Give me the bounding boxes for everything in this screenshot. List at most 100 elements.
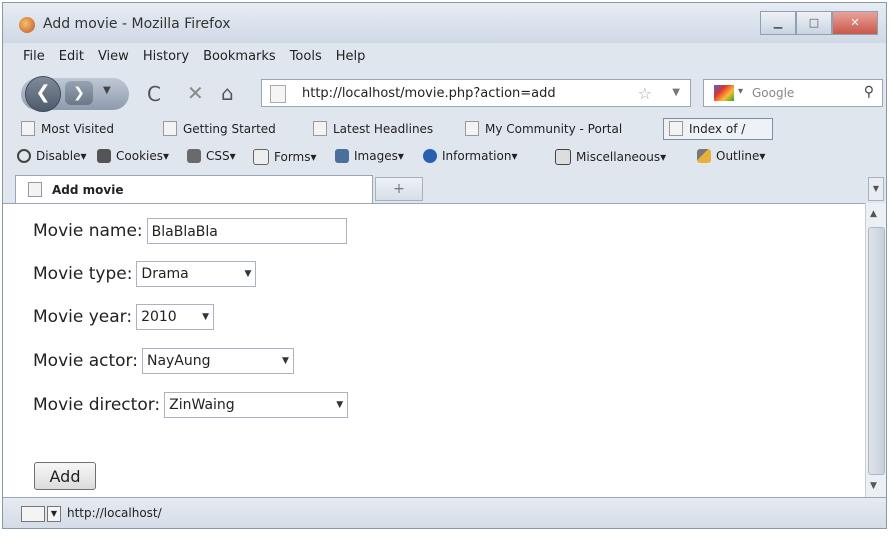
- new-tab-button[interactable]: +: [375, 177, 423, 201]
- minimize-button[interactable]: ▁: [760, 11, 796, 35]
- menu-view[interactable]: View: [98, 49, 129, 69]
- movie-year-select[interactable]: 2010 ▼: [136, 304, 215, 330]
- menu-bookmarks[interactable]: Bookmarks: [203, 49, 276, 69]
- dev-label: CSS: [206, 149, 230, 163]
- page-content: Movie name: BlaBlaBla Movie type: Drama ▼…: [3, 203, 865, 498]
- dev-cookies[interactable]: Cookies ▾: [97, 149, 169, 163]
- bookmark-label: Most Visited: [41, 121, 115, 136]
- url-dropdown-icon[interactable]: ▼: [672, 87, 680, 98]
- page-icon: [28, 182, 42, 197]
- menu-file[interactable]: File: [23, 49, 45, 69]
- back-button[interactable]: ❮: [25, 76, 61, 112]
- web-developer-toolbar: Disable ▾ Cookies ▾ CSS ▾ Forms ▾ Images ▾ In…: [3, 143, 886, 169]
- menu-bar: File Edit View History Bookmarks Tools H…: [3, 45, 886, 69]
- movie-actor-select[interactable]: NayAung ▼: [141, 348, 294, 374]
- movie-name-label: Movie name:: [33, 221, 143, 241]
- url-text[interactable]: http://localhost/movie.php?action=add: [302, 86, 556, 101]
- navigation-toolbar: ❮ ❯ ▼ C ✕ ⌂ http://localhost/movie.php?a…: [3, 71, 886, 115]
- movie-year-label: Movie year:: [33, 307, 133, 327]
- dev-label: Outline: [716, 149, 760, 163]
- page-icon: [270, 85, 286, 103]
- firefox-logo-icon: [19, 17, 35, 33]
- movie-name-row: Movie name: BlaBlaBla: [33, 218, 347, 244]
- bookmark-latest-headlines[interactable]: Latest Headlines: [313, 121, 433, 136]
- movie-director-value: ZinWaing: [169, 397, 235, 413]
- bookmark-my-community[interactable]: My Community - Portal: [465, 121, 622, 136]
- movie-actor-label: Movie actor:: [33, 351, 138, 371]
- menu-tools[interactable]: Tools: [290, 49, 322, 69]
- movie-actor-row: Movie actor: NayAung ▼: [33, 348, 294, 374]
- maximize-button[interactable]: □: [796, 11, 832, 35]
- search-placeholder[interactable]: Google: [752, 86, 794, 100]
- cookies-icon: [97, 149, 111, 163]
- search-box[interactable]: ▾ Google ⚲: [703, 79, 883, 107]
- add-button[interactable]: Add: [34, 462, 96, 490]
- status-pen-icon[interactable]: [21, 506, 45, 522]
- browser-window: Add movie - Mozilla Firefox ▁ □ ✕ File E…: [2, 2, 887, 529]
- dev-forms[interactable]: Forms ▾: [253, 149, 317, 165]
- chevron-down-icon: ▼: [336, 400, 344, 410]
- url-bar[interactable]: http://localhost/movie.php?action=add ☆ …: [261, 79, 691, 107]
- search-icon[interactable]: ⚲: [864, 84, 874, 100]
- title-bar: Add movie - Mozilla Firefox ▁ □ ✕: [3, 3, 886, 43]
- movie-director-select[interactable]: ZinWaing ▼: [164, 392, 349, 418]
- dev-miscellaneous[interactable]: Miscellaneous ▾: [555, 149, 666, 165]
- disable-icon: [17, 149, 31, 163]
- bookmark-getting-started[interactable]: Getting Started: [163, 121, 276, 136]
- scroll-up-icon[interactable]: ▲: [870, 209, 877, 219]
- reload-icon[interactable]: C: [147, 82, 161, 106]
- menu-help[interactable]: Help: [336, 49, 366, 69]
- chevron-down-icon: ▼: [244, 269, 252, 279]
- menu-history[interactable]: History: [143, 49, 189, 69]
- dev-images[interactable]: Images ▾: [335, 149, 404, 163]
- status-text: http://localhost/: [67, 506, 162, 520]
- scrollbar-thumb[interactable]: [868, 227, 885, 475]
- bookmark-star-icon[interactable]: ☆: [638, 84, 652, 103]
- movie-name-input[interactable]: BlaBlaBla: [146, 218, 347, 244]
- list-tabs-button[interactable]: ▼: [868, 177, 884, 201]
- tab-title: Add movie: [52, 183, 124, 197]
- dev-label: Forms: [274, 150, 311, 164]
- outline-icon: [697, 149, 711, 163]
- dev-outline[interactable]: Outline ▾: [697, 149, 765, 163]
- movie-actor-value: NayAung: [146, 353, 211, 369]
- window-title: Add movie - Mozilla Firefox: [43, 16, 231, 32]
- dev-label: Information: [442, 149, 512, 163]
- page-icon: [669, 121, 683, 136]
- movie-director-label: Movie director:: [33, 395, 161, 415]
- stop-icon[interactable]: ✕: [187, 81, 204, 105]
- home-icon[interactable]: ⌂: [221, 81, 234, 105]
- forward-button[interactable]: ❯: [65, 81, 93, 105]
- bookmark-most-visited[interactable]: Most Visited: [21, 121, 114, 136]
- movie-type-select[interactable]: Drama ▼: [136, 261, 257, 287]
- movie-type-value: Drama: [141, 266, 189, 282]
- forms-icon: [253, 149, 269, 165]
- status-dropdown-icon[interactable]: ▼: [47, 506, 61, 522]
- information-icon: [423, 149, 437, 163]
- dev-information[interactable]: Information ▾: [423, 149, 518, 163]
- movie-type-row: Movie type: Drama ▼: [33, 261, 257, 287]
- tab-add-movie[interactable]: Add movie: [15, 175, 373, 203]
- menu-edit[interactable]: Edit: [59, 49, 84, 69]
- movie-year-row: Movie year: 2010 ▼: [33, 304, 215, 330]
- dev-label: Images: [354, 149, 398, 163]
- dev-disable[interactable]: Disable ▾: [17, 149, 87, 163]
- search-engine-dropdown-icon[interactable]: ▾: [738, 86, 743, 97]
- scroll-down-icon[interactable]: ▼: [870, 481, 877, 491]
- css-icon: [187, 149, 201, 163]
- bookmark-index-of[interactable]: Index of /: [669, 121, 745, 136]
- status-bar: ▼ http://localhost/: [3, 497, 886, 528]
- google-icon[interactable]: [714, 85, 734, 101]
- close-button[interactable]: ✕: [832, 11, 878, 35]
- miscellaneous-icon: [555, 149, 571, 165]
- movie-year-value: 2010: [141, 309, 177, 325]
- bookmark-label: Index of /: [689, 121, 746, 136]
- movie-type-label: Movie type:: [33, 264, 133, 284]
- history-dropdown-icon[interactable]: ▼: [103, 85, 111, 96]
- most-visited-icon: [21, 121, 35, 136]
- dev-css[interactable]: CSS ▾: [187, 149, 236, 163]
- dev-label: Disable: [36, 149, 81, 163]
- vertical-scrollbar[interactable]: ▲ ▼: [865, 203, 886, 497]
- bookmark-label: Latest Headlines: [333, 121, 434, 136]
- page-icon: [163, 121, 177, 136]
